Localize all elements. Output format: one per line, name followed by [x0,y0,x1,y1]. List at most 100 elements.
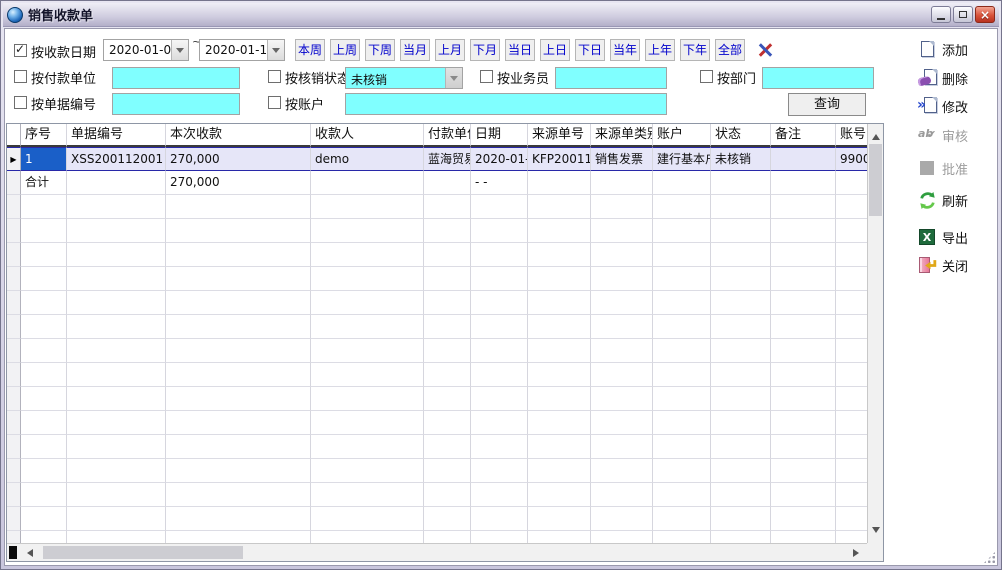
horizontal-scrollbar[interactable] [7,543,867,561]
row-selector-arrow[interactable]: ▶ [7,147,21,171]
maximize-button[interactable] [953,6,973,23]
vertical-scrollbar[interactable] [867,124,883,543]
verify-status-checkbox[interactable] [268,70,281,83]
empty-amount [166,387,311,411]
empty-account [653,507,711,531]
col-header-amount[interactable]: 本次收款 [166,124,311,147]
vertical-scroll-thumb[interactable] [869,144,882,216]
date-to-combo[interactable]: 2020-01-12 [199,39,285,61]
quick-range-button-12[interactable]: 全部 [715,39,745,61]
sidebar-button-label: 添加 [942,40,968,59]
quick-range-button-7[interactable]: 上日 [540,39,570,61]
edit-button[interactable]: »修改 [918,94,968,118]
row-selector-gutter[interactable] [7,483,21,507]
row-selector-gutter[interactable] [7,243,21,267]
date-to-dropdown-button[interactable] [267,40,284,60]
row-selector-gutter[interactable] [7,339,21,363]
verify-status-dropdown-button[interactable] [445,68,462,88]
verify-status-combo[interactable]: 未核销 [345,67,463,89]
row-selector-gutter[interactable] [7,531,21,543]
account-input[interactable] [345,93,667,115]
quick-range-button-3[interactable]: 当月 [400,39,430,61]
row-selector-gutter[interactable] [7,363,21,387]
date-tools-button[interactable] [753,39,779,61]
quick-range-button-5[interactable]: 下月 [470,39,500,61]
refresh-button[interactable]: 刷新 [918,188,968,212]
quick-range-button-0[interactable]: 本周 [295,39,325,61]
empty-amount [166,507,311,531]
resize-grip[interactable] [983,551,996,564]
quick-range-button-10[interactable]: 上年 [645,39,675,61]
app-globe-icon[interactable] [7,7,23,23]
empty-date [471,339,528,363]
payer-input[interactable] [112,67,240,89]
col-header-source-type[interactable]: 来源单类别 [591,124,653,147]
empty-row [7,435,867,459]
row-selector-gutter[interactable] [7,411,21,435]
col-header-account[interactable]: 账户 [653,124,711,147]
col-header-account-no[interactable]: 账号 [836,124,867,147]
doc-no-filter-checkbox[interactable] [14,96,27,109]
salesman-input[interactable] [555,67,667,89]
row-selector-gutter[interactable] [7,507,21,531]
empty-amount [166,291,311,315]
quick-range-button-9[interactable]: 当年 [610,39,640,61]
doc-no-input[interactable] [112,93,240,115]
minimize-button[interactable] [931,6,951,23]
quick-range-button-11[interactable]: 下年 [680,39,710,61]
payer-filter-checkbox[interactable] [14,70,27,83]
row-selector-gutter[interactable] [7,267,21,291]
row-selector-gutter[interactable] [7,195,21,219]
quick-range-button-2[interactable]: 下周 [365,39,395,61]
date-filter-checkbox[interactable] [14,44,27,57]
col-header-date[interactable]: 日期 [471,124,528,147]
empty-account [653,195,711,219]
row-selector-gutter[interactable] [7,171,21,195]
minimize-icon [937,18,945,20]
quick-range-button-8[interactable]: 下日 [575,39,605,61]
scroll-down-icon[interactable] [872,527,880,537]
export-excel-button[interactable]: X导出 [918,225,968,249]
empty-source-type [591,411,653,435]
add-doc-button[interactable]: 添加 [918,37,968,61]
row-selector-gutter[interactable] [7,387,21,411]
date-from-combo[interactable]: 2020-01-01 [103,39,189,61]
col-header-seq[interactable]: 序号 [21,124,67,147]
row-selector-gutter[interactable] [7,315,21,339]
quick-range-button-4[interactable]: 上月 [435,39,465,61]
empty-payee [311,195,424,219]
department-filter-checkbox[interactable] [700,70,713,83]
scroll-right-icon[interactable] [853,549,863,557]
empty-row [7,243,867,267]
row-selector-gutter[interactable] [7,435,21,459]
row-selector-gutter[interactable] [7,291,21,315]
row-selector-gutter[interactable] [7,219,21,243]
row-selector-gutter[interactable] [7,459,21,483]
col-header-source-no[interactable]: 来源单号 [528,124,591,147]
account-filter-checkbox[interactable] [268,96,281,109]
scroll-left-icon[interactable] [23,549,33,557]
department-input[interactable] [762,67,874,89]
delete-button[interactable]: 删除 [918,66,968,90]
quick-range-button-6[interactable]: 当日 [505,39,535,61]
sidebar-button-label: 审核 [942,126,968,145]
horizontal-scroll-thumb[interactable] [43,546,243,559]
sidebar-button-label: 删除 [942,69,968,88]
date-from-dropdown-button[interactable] [171,40,188,60]
close-button[interactable]: × [975,6,995,23]
col-header-payee[interactable]: 收款人 [311,124,424,147]
quick-range-button-1[interactable]: 上周 [330,39,360,61]
col-header-remark[interactable]: 备注 [771,124,836,147]
empty-payee [311,315,424,339]
close-form-button[interactable]: 关闭 [918,253,968,277]
salesman-filter-checkbox[interactable] [480,70,493,83]
empty-doc-no [67,267,166,291]
col-header-payer[interactable]: 付款单位 [424,124,471,147]
row-selector-gutter[interactable] [7,124,21,147]
col-header-status[interactable]: 状态 [711,124,771,147]
query-button[interactable]: 查询 [788,93,866,116]
scroll-up-icon[interactable] [872,130,880,140]
col-header-doc-no[interactable]: 单据编号 [67,124,166,147]
table-row-1[interactable]: ▶1XSS200112001270,000demo蓝海贸易有2020-01-1K… [7,147,867,171]
total-seq: 合计 [21,171,67,195]
